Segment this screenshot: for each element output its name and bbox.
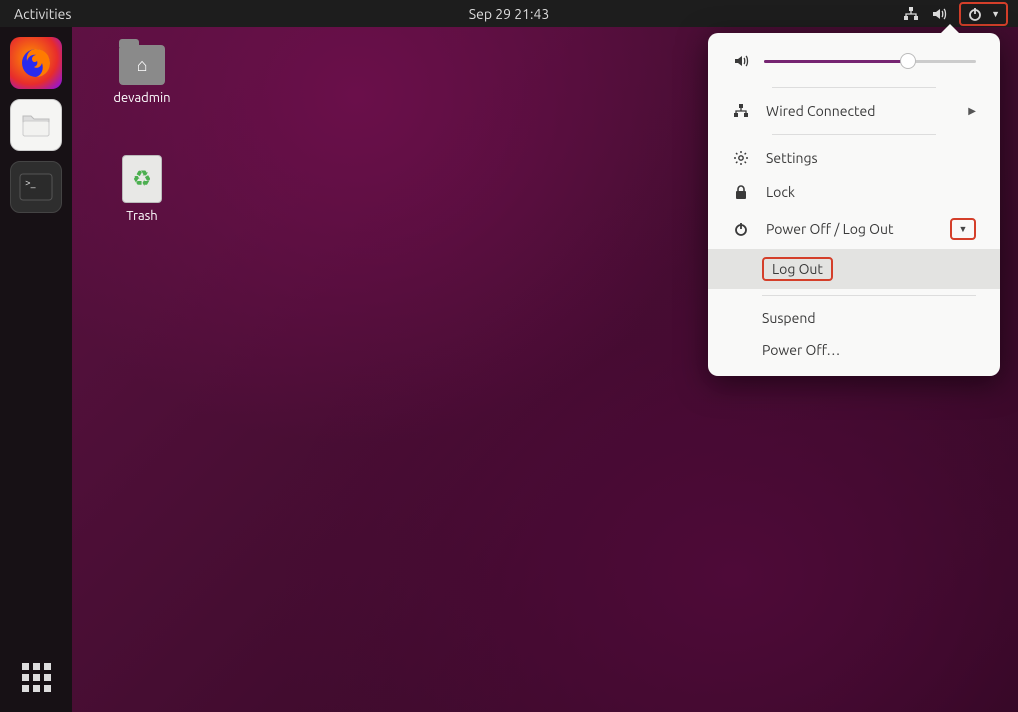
desktop-icon-home[interactable]: ⌂ devadmin (102, 45, 182, 105)
svg-text:>_: >_ (25, 177, 36, 188)
volume-slider-thumb[interactable] (900, 53, 916, 69)
system-tray: ▼ (903, 2, 1018, 26)
network-icon[interactable] (903, 6, 919, 22)
submenu-item-suspend[interactable]: Suspend (708, 302, 1000, 334)
clock[interactable]: Sep 29 21:43 (469, 6, 550, 22)
dock-app-files[interactable] (10, 99, 62, 151)
menu-item-label: Wired Connected (766, 103, 875, 119)
volume-icon[interactable] (931, 6, 947, 22)
menu-item-lock[interactable]: Lock (708, 175, 1000, 209)
menu-item-label: Lock (766, 184, 795, 200)
menu-item-label: Power Off / Log Out (766, 221, 894, 237)
home-folder-icon: ⌂ (119, 45, 165, 85)
desktop-icon-label: devadmin (102, 91, 182, 105)
submenu-item-poweroff[interactable]: Power Off… (708, 334, 1000, 366)
top-panel: Activities Sep 29 21:43 ▼ (0, 0, 1018, 27)
desktop-icon-label: Trash (102, 209, 182, 223)
dock-app-firefox[interactable] (10, 37, 62, 89)
trash-icon: ♻ (122, 155, 162, 203)
volume-slider[interactable] (764, 60, 976, 63)
dock-app-terminal[interactable]: >_ (10, 161, 62, 213)
menu-item-power-section[interactable]: Power Off / Log Out ▼ (708, 209, 1000, 249)
menu-item-label: Settings (766, 150, 818, 166)
volume-row (708, 47, 1000, 81)
submenu-label: Suspend (762, 310, 816, 326)
apps-grid-icon (22, 663, 51, 692)
volume-slider-fill (764, 60, 908, 63)
menu-item-network[interactable]: Wired Connected ▶ (708, 94, 1000, 128)
logout-label-highlighted: Log Out (762, 257, 833, 281)
gear-icon (732, 150, 750, 166)
lock-icon (732, 184, 750, 200)
submenu-label: Power Off… (762, 342, 840, 358)
system-menu: Wired Connected ▶ Settings Lock Power Of… (708, 33, 1000, 376)
chevron-right-icon: ▶ (968, 105, 976, 117)
power-menu-button-highlighted[interactable]: ▼ (959, 2, 1008, 26)
volume-icon (732, 53, 750, 69)
menu-item-settings[interactable]: Settings (708, 141, 1000, 175)
dock: >_ (0, 27, 72, 712)
power-icon (732, 221, 750, 237)
submenu-item-logout[interactable]: Log Out (708, 249, 1000, 289)
activities-button[interactable]: Activities (0, 6, 85, 22)
network-icon (732, 103, 750, 119)
desktop-icon-trash[interactable]: ♻ Trash (102, 155, 182, 223)
show-applications-button[interactable] (0, 663, 72, 692)
expand-toggle-highlighted[interactable]: ▼ (950, 218, 976, 240)
power-icon (967, 6, 983, 22)
chevron-down-icon: ▼ (991, 9, 1000, 19)
